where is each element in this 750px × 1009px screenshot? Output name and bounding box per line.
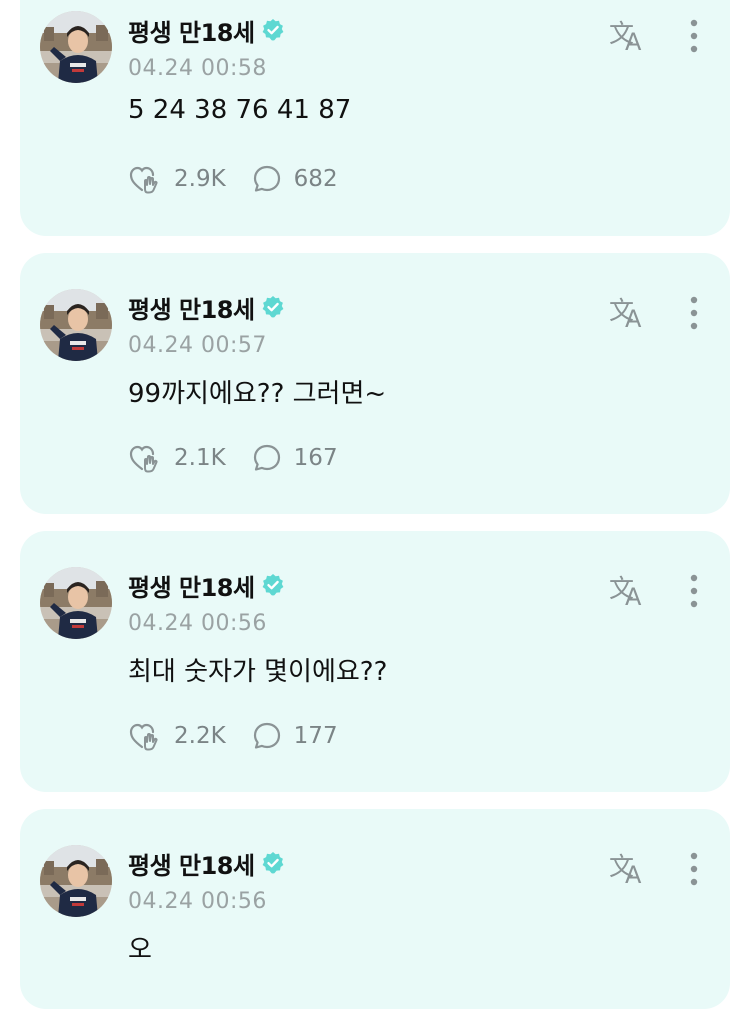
verified-badge-icon (261, 573, 285, 597)
comment-button[interactable]: 167 (252, 443, 338, 473)
comment-button[interactable]: 177 (252, 721, 338, 751)
avatar[interactable] (40, 845, 112, 917)
more-vertical-icon[interactable] (684, 573, 704, 609)
post-time: 04.24 00:58 (128, 56, 267, 81)
heart-hand-icon (128, 443, 162, 473)
comment-bubble-icon (252, 721, 282, 751)
comment-count: 682 (293, 166, 338, 192)
author-name[interactable]: 평생 만18세 (128, 13, 255, 48)
post-card[interactable]: 평생 만18세 04.24 00:58 5 24 38 76 41 87 2.9… (20, 0, 730, 236)
post-stats: 2.1K 167 (128, 441, 364, 475)
heart-hand-icon (128, 164, 162, 194)
post-stats: 2.9K 682 (128, 162, 364, 196)
more-vertical-icon[interactable] (684, 295, 704, 331)
post-time: 04.24 00:56 (128, 889, 267, 914)
author-row: 평생 만18세 (128, 568, 285, 603)
post-feed: 평생 만18세 04.24 00:58 5 24 38 76 41 87 2.9… (0, 0, 750, 1009)
post-time: 04.24 00:56 (128, 611, 267, 636)
comment-count: 167 (293, 445, 338, 471)
more-vertical-icon[interactable] (684, 851, 704, 887)
post-text: 최대 숫자가 몇이에요?? (128, 657, 388, 687)
author-name[interactable]: 평생 만18세 (128, 290, 255, 325)
translate-icon[interactable] (608, 849, 650, 887)
more-vertical-icon[interactable] (684, 18, 704, 54)
comment-button[interactable]: 682 (252, 164, 338, 194)
comment-bubble-icon (252, 443, 282, 473)
post-card[interactable]: 평생 만18세 04.24 00:57 99까지에요?? 그러면~ 2.1K 1… (20, 253, 730, 514)
avatar[interactable] (40, 289, 112, 361)
verified-badge-icon (261, 851, 285, 875)
reaction-count: 2.9K (174, 166, 226, 192)
post-time: 04.24 00:57 (128, 333, 267, 358)
verified-badge-icon (261, 18, 285, 42)
reaction-button[interactable]: 2.1K (128, 443, 226, 473)
post-card[interactable]: 평생 만18세 04.24 00:56 최대 숫자가 몇이에요?? 2.2K 1… (20, 531, 730, 792)
author-row: 평생 만18세 (128, 290, 285, 325)
comment-count: 177 (293, 723, 338, 749)
author-name[interactable]: 평생 만18세 (128, 568, 255, 603)
reaction-button[interactable]: 2.2K (128, 721, 226, 751)
reaction-button[interactable]: 2.9K (128, 164, 226, 194)
post-text: 오 (128, 935, 152, 965)
reaction-count: 2.2K (174, 723, 226, 749)
author-name[interactable]: 평생 만18세 (128, 846, 255, 881)
translate-icon[interactable] (608, 16, 650, 54)
post-text: 5 24 38 76 41 87 (128, 95, 352, 125)
translate-icon[interactable] (608, 571, 650, 609)
author-row: 평생 만18세 (128, 13, 285, 48)
heart-hand-icon (128, 721, 162, 751)
avatar[interactable] (40, 11, 112, 83)
verified-badge-icon (261, 295, 285, 319)
post-stats: 2.2K 177 (128, 719, 364, 753)
translate-icon[interactable] (608, 293, 650, 331)
avatar[interactable] (40, 567, 112, 639)
author-row: 평생 만18세 (128, 846, 285, 881)
comment-bubble-icon (252, 164, 282, 194)
post-text: 99까지에요?? 그러면~ (128, 379, 387, 409)
post-card[interactable]: 평생 만18세 04.24 00:56 오 (20, 809, 730, 1009)
reaction-count: 2.1K (174, 445, 226, 471)
